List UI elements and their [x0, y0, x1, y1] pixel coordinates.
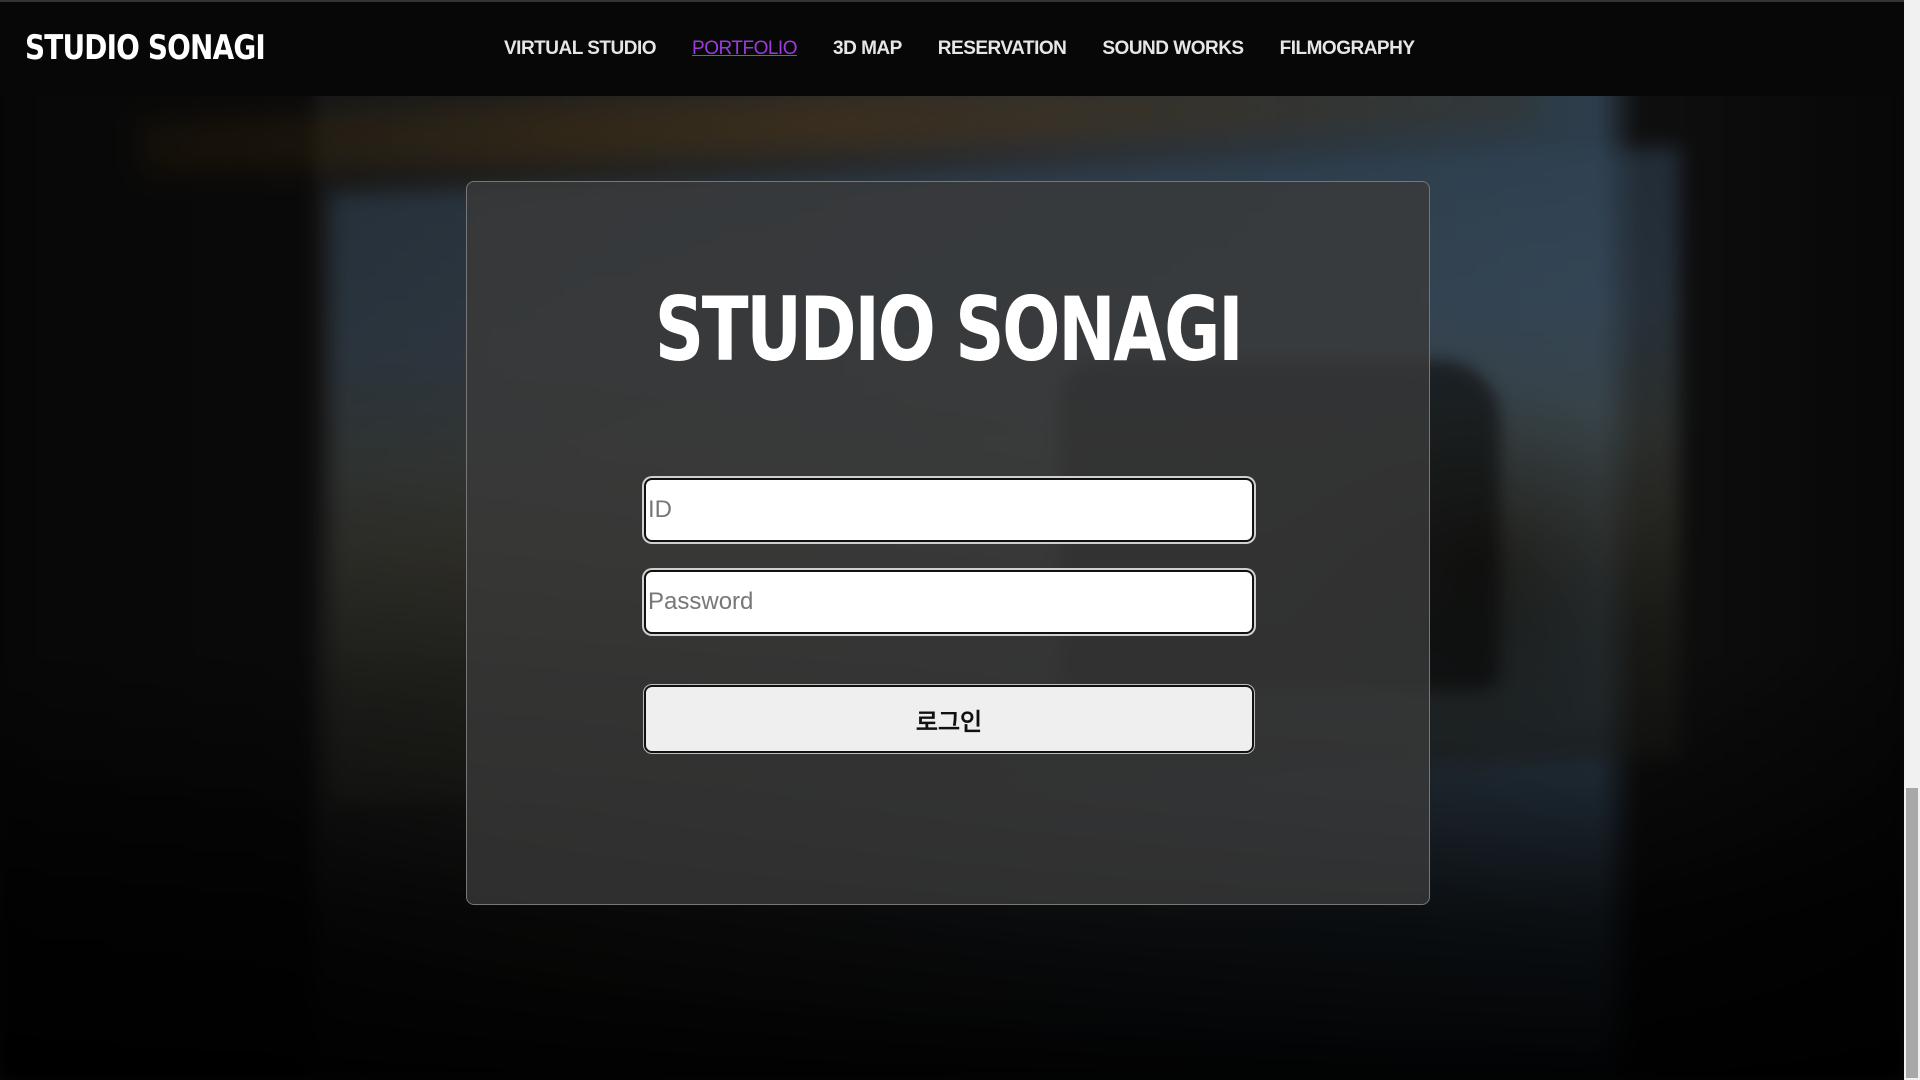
login-button[interactable]: 로그인	[644, 685, 1254, 753]
brand-logo[interactable]: STUDIO SONAGI	[25, 28, 266, 68]
nav-menu: VIRTUAL STUDIO PORTFOLIO 3D MAP RESERVAT…	[504, 38, 1451, 60]
password-input[interactable]	[644, 570, 1254, 634]
nav-item-reservation[interactable]: RESERVATION	[938, 38, 1067, 60]
nav-item-filmography[interactable]: FILMOGRAPHY	[1280, 38, 1415, 60]
login-title: STUDIO SONAGI	[654, 278, 1244, 381]
nav-item-3d-map[interactable]: 3D MAP	[833, 38, 902, 60]
top-navbar: STUDIO SONAGI VIRTUAL STUDIO PORTFOLIO 3…	[0, 0, 1904, 96]
page: STUDIO SONAGI VIRTUAL STUDIO PORTFOLIO 3…	[0, 0, 1920, 1080]
scrollbar-thumb[interactable]	[1906, 788, 1918, 1078]
nav-item-sound-works[interactable]: SOUND WORKS	[1102, 38, 1244, 60]
nav-item-virtual-studio[interactable]: VIRTUAL STUDIO	[504, 38, 657, 60]
id-input[interactable]	[644, 478, 1254, 542]
nav-item-portfolio[interactable]: PORTFOLIO	[692, 38, 797, 60]
